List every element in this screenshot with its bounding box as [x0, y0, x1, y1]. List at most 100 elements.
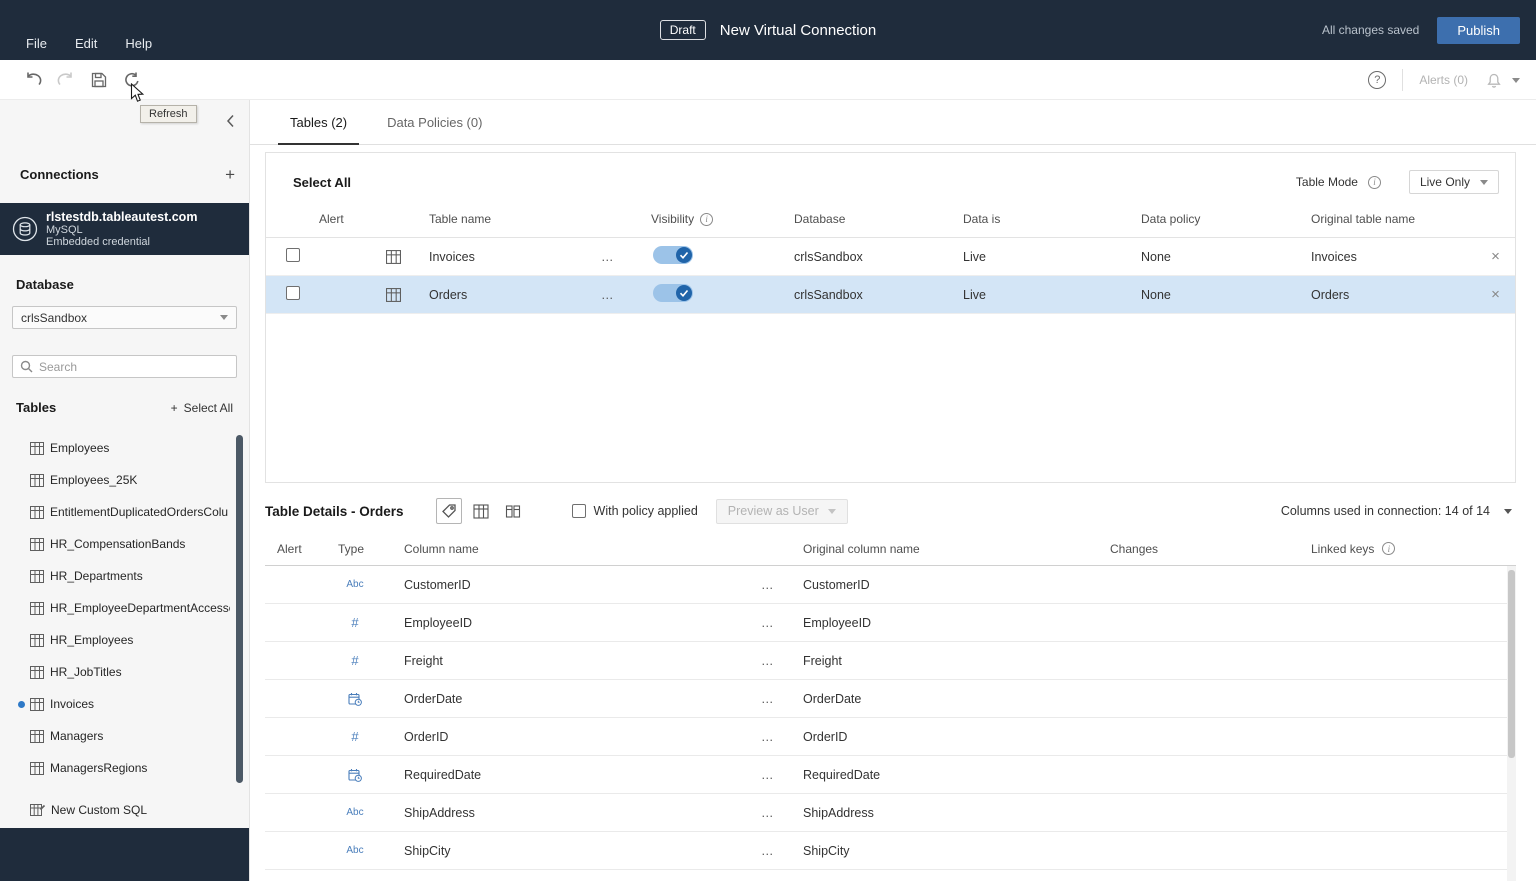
column-menu-ellipsis[interactable]: …	[745, 578, 795, 592]
column-row[interactable]: Abc # Freight … Freight	[265, 642, 1516, 680]
row-checkbox[interactable]	[286, 248, 300, 262]
sidebar-table-item[interactable]: ManagersRegions	[0, 752, 249, 784]
details-view-columns-button[interactable]	[500, 498, 526, 524]
column-menu-ellipsis[interactable]: …	[745, 616, 795, 630]
column-row[interactable]: Abc # OrderDate … OrderDate	[265, 680, 1516, 718]
sidebar-table-label: HR_Employees	[50, 633, 134, 647]
columns-used-label: Columns used in connection: 14 of 14	[1280, 504, 1490, 518]
menubar: File Edit Help	[26, 36, 152, 51]
row-menu-ellipsis[interactable]: …	[591, 288, 631, 302]
column-row[interactable]: Abc # ShipAddress … ShipAddress	[265, 794, 1516, 832]
refresh-button[interactable]	[123, 60, 141, 100]
columns-used-toggle[interactable]: Columns used in connection: 14 of 14	[1281, 504, 1516, 518]
column-name: OrderDate	[404, 691, 463, 706]
visibility-toggle[interactable]	[653, 284, 693, 302]
details-view-switcher	[435, 498, 526, 524]
column-row[interactable]: Abc # CustomerID … CustomerID	[265, 566, 1516, 604]
toolbar: ? Alerts (0)	[0, 60, 1536, 100]
undo-icon	[27, 72, 42, 86]
sidebar-table-item[interactable]: HR_Employees	[0, 624, 249, 656]
column-menu-ellipsis[interactable]: …	[745, 654, 795, 668]
type-cell: Abc #	[320, 692, 390, 706]
details-scrollbar-thumb[interactable]	[1508, 570, 1515, 758]
help-button[interactable]: ?	[1368, 71, 1387, 89]
sidebar-table-item[interactable]: HR_JobTitles	[0, 656, 249, 688]
remove-table-button[interactable]: ×	[1476, 248, 1515, 265]
save-button[interactable]	[90, 60, 108, 100]
original-column-name: Freight	[803, 653, 842, 668]
column-row[interactable]: Abc # OrderID … OrderID	[265, 718, 1516, 756]
tables-header-row: Alert Table name Visibility i Database D…	[266, 201, 1515, 238]
linked-keys-header-label: Linked keys	[1311, 541, 1375, 556]
menu-item[interactable]: Help	[125, 36, 152, 51]
col-header-original-table-name: Original table name	[1311, 212, 1416, 226]
sidebar-footer	[0, 828, 249, 881]
linked-keys-info-icon[interactable]: i	[1382, 542, 1396, 555]
visibility-toggle[interactable]	[653, 246, 693, 264]
new-custom-sql-button[interactable]: New Custom SQL	[30, 798, 147, 822]
column-menu-ellipsis[interactable]: …	[745, 730, 795, 744]
type-cell: Abc #	[320, 579, 390, 590]
sidebar-select-all[interactable]: + Select All	[171, 401, 233, 415]
sidebar: Connections + rlstestdb.tableautest.com …	[0, 100, 250, 881]
sidebar-table-item[interactable]: Managers	[0, 720, 249, 752]
original-table-name-cell: Orders	[1311, 287, 1350, 302]
column-name: OrderID	[404, 729, 449, 744]
sidebar-table-item[interactable]: HR_EmployeeDepartmentAccesse	[0, 592, 249, 624]
sidebar-table-item[interactable]: Invoices	[0, 688, 249, 720]
tab-tables[interactable]: Tables (2)	[278, 100, 360, 145]
sidebar-table-item[interactable]: Employees	[0, 432, 249, 464]
table-row[interactable]: Orders … crlsSandbox Live None Orders ×	[266, 276, 1515, 314]
sidebar-table-item[interactable]: HR_CompensationBands	[0, 528, 249, 560]
sidebar-table-item[interactable]: EntitlementDuplicatedOrdersColu	[0, 496, 249, 528]
check-icon	[679, 251, 689, 259]
remove-table-button[interactable]: ×	[1476, 286, 1515, 303]
new-custom-sql-icon	[30, 804, 45, 816]
details-view-grid-button[interactable]	[468, 498, 494, 524]
menu-item[interactable]: Edit	[75, 36, 97, 51]
table-mode-info-icon[interactable]: i	[1367, 175, 1381, 189]
database-select[interactable]: crlsSandbox	[12, 306, 237, 329]
column-name: Freight	[404, 653, 443, 668]
column-menu-ellipsis[interactable]: …	[745, 768, 795, 782]
column-menu-ellipsis[interactable]: …	[745, 844, 795, 858]
tables-select-all[interactable]: Select All	[293, 175, 351, 190]
bell-icon	[1487, 73, 1501, 88]
visibility-info-icon[interactable]: i	[700, 212, 714, 226]
undo-button[interactable]	[24, 60, 42, 100]
sidebar-table-label: Employees_25K	[50, 473, 138, 487]
sidebar-table-item[interactable]: Employees_25K	[0, 464, 249, 496]
page-title: New Virtual Connection	[719, 21, 877, 39]
with-policy-checkbox[interactable]	[571, 504, 586, 518]
table-row[interactable]: Invoices … crlsSandbox Live None Invoice…	[266, 238, 1515, 276]
details-view-tag-button[interactable]	[435, 498, 462, 524]
column-row[interactable]: Abc # RequiredDate … RequiredDate	[265, 756, 1516, 794]
details-scrollbar-track[interactable]	[1507, 566, 1516, 881]
chevron-down-icon	[827, 508, 836, 514]
column-row[interactable]: Abc # EmployeeID … EmployeeID	[265, 604, 1516, 642]
data-is-cell: Live	[963, 287, 986, 302]
redo-icon	[57, 72, 72, 86]
connection-item[interactable]: rlstestdb.tableautest.com MySQL Embedded…	[0, 203, 249, 255]
sidebar-collapse-button[interactable]	[226, 114, 235, 128]
column-menu-ellipsis[interactable]: …	[745, 806, 795, 820]
add-connection-button[interactable]: +	[225, 166, 235, 183]
column-row[interactable]: Abc # ShipCity … ShipCity	[265, 832, 1516, 870]
search-input[interactable]	[39, 359, 229, 374]
menu-item[interactable]: File	[26, 36, 47, 51]
alerts-dropdown-caret[interactable]	[1512, 77, 1520, 83]
table-details-panel: Table Details - Orders With policy appli…	[265, 490, 1516, 881]
original-column-name: CustomerID	[803, 577, 870, 592]
column-menu-ellipsis[interactable]: …	[745, 692, 795, 706]
sidebar-scrollbar[interactable]	[236, 435, 243, 783]
publish-button[interactable]: Publish	[1437, 16, 1520, 44]
sidebar-table-item[interactable]: HR_Departments	[0, 560, 249, 592]
select-all-label: Select All	[183, 400, 233, 415]
row-menu-ellipsis[interactable]: …	[591, 250, 631, 264]
database-cell: crlsSandbox	[794, 287, 863, 302]
sidebar-table-label: ManagersRegions	[50, 761, 148, 775]
tab-data-policies[interactable]: Data Policies (0)	[375, 100, 494, 144]
row-checkbox[interactable]	[286, 286, 300, 300]
original-column-name: ShipCity	[803, 843, 850, 858]
table-mode-select[interactable]: Live Only	[1408, 170, 1499, 194]
